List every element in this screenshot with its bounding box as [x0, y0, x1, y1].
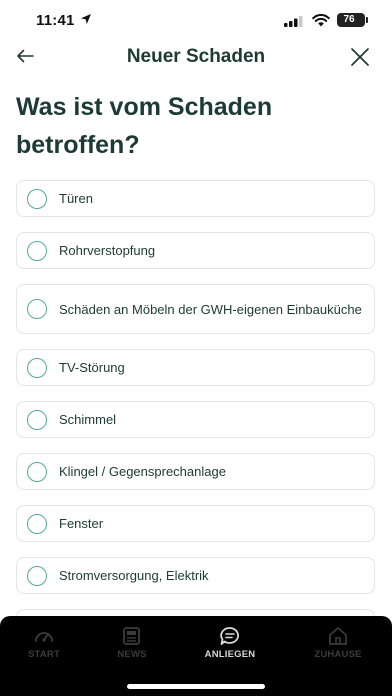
option-label: Rohrverstopfung	[59, 243, 156, 258]
nav-header: Neuer Schaden	[0, 42, 392, 76]
tab-label: ANLIEGEN	[204, 649, 256, 660]
tab-start[interactable]: START	[9, 626, 79, 660]
radio-button[interactable]	[27, 565, 47, 586]
radio-button[interactable]	[27, 461, 47, 482]
newspaper-icon	[123, 627, 140, 645]
option-label: Schimmel	[59, 412, 117, 427]
option-label: Türen	[59, 191, 93, 206]
home-indicator	[127, 684, 265, 689]
option-fenster[interactable]: Fenster	[16, 505, 375, 542]
close-icon[interactable]	[349, 46, 371, 68]
location-arrow-icon	[81, 14, 91, 24]
option-schimmel[interactable]: Schimmel	[16, 401, 375, 438]
tab-label: NEWS	[117, 649, 147, 660]
house-icon	[329, 627, 347, 645]
tab-label: START	[28, 649, 60, 660]
option-label: Schäden an Möbeln der GWH-eigenen Einbau…	[59, 301, 362, 317]
battery-nub	[366, 17, 368, 23]
battery-level: 76	[343, 14, 355, 25]
option-einbaukueche[interactable]: Schäden an Möbeln der GWH-eigenen Einbau…	[16, 284, 375, 334]
option-tv-stoerung[interactable]: TV-Störung	[16, 349, 375, 386]
radio-button[interactable]	[27, 513, 47, 534]
option-label: Stromversorgung, Elektrik	[59, 568, 209, 583]
option-label: Klingel / Gegensprechanlage	[59, 464, 226, 479]
tab-zuhause[interactable]: ZUHAUSE	[303, 626, 373, 660]
tab-anliegen[interactable]: ANLIEGEN	[195, 626, 265, 660]
option-tueren[interactable]: Türen	[16, 180, 375, 217]
status-bar: 11:41 76	[0, 0, 392, 42]
page-title: Neuer Schaden	[126, 46, 266, 67]
radio-button[interactable]	[27, 409, 47, 430]
option-label: Fenster	[59, 516, 104, 531]
radio-button[interactable]	[27, 357, 47, 378]
status-time: 11:41	[36, 12, 75, 29]
option-label: TV-Störung	[59, 360, 125, 375]
tab-news[interactable]: NEWS	[97, 626, 167, 660]
radio-button[interactable]	[27, 188, 47, 209]
tab-label: ZUHAUSE	[314, 649, 362, 660]
question-heading: Was ist vom Schaden betroffen?	[16, 93, 273, 159]
chat-bubble-icon	[220, 627, 239, 645]
option-rohrverstopfung[interactable]: Rohrverstopfung	[16, 232, 375, 269]
speedometer-icon	[35, 632, 53, 642]
radio-button[interactable]	[27, 299, 47, 319]
wifi-icon	[312, 14, 330, 27]
battery-icon: 76	[337, 13, 365, 27]
option-stromversorgung[interactable]: Stromversorgung, Elektrik	[16, 557, 375, 594]
signal-icon	[284, 16, 303, 27]
option-klingel[interactable]: Klingel / Gegensprechanlage	[16, 453, 375, 490]
radio-button[interactable]	[27, 240, 47, 261]
options-list: Türen Rohrverstopfung Schäden an Möbeln …	[16, 180, 376, 629]
